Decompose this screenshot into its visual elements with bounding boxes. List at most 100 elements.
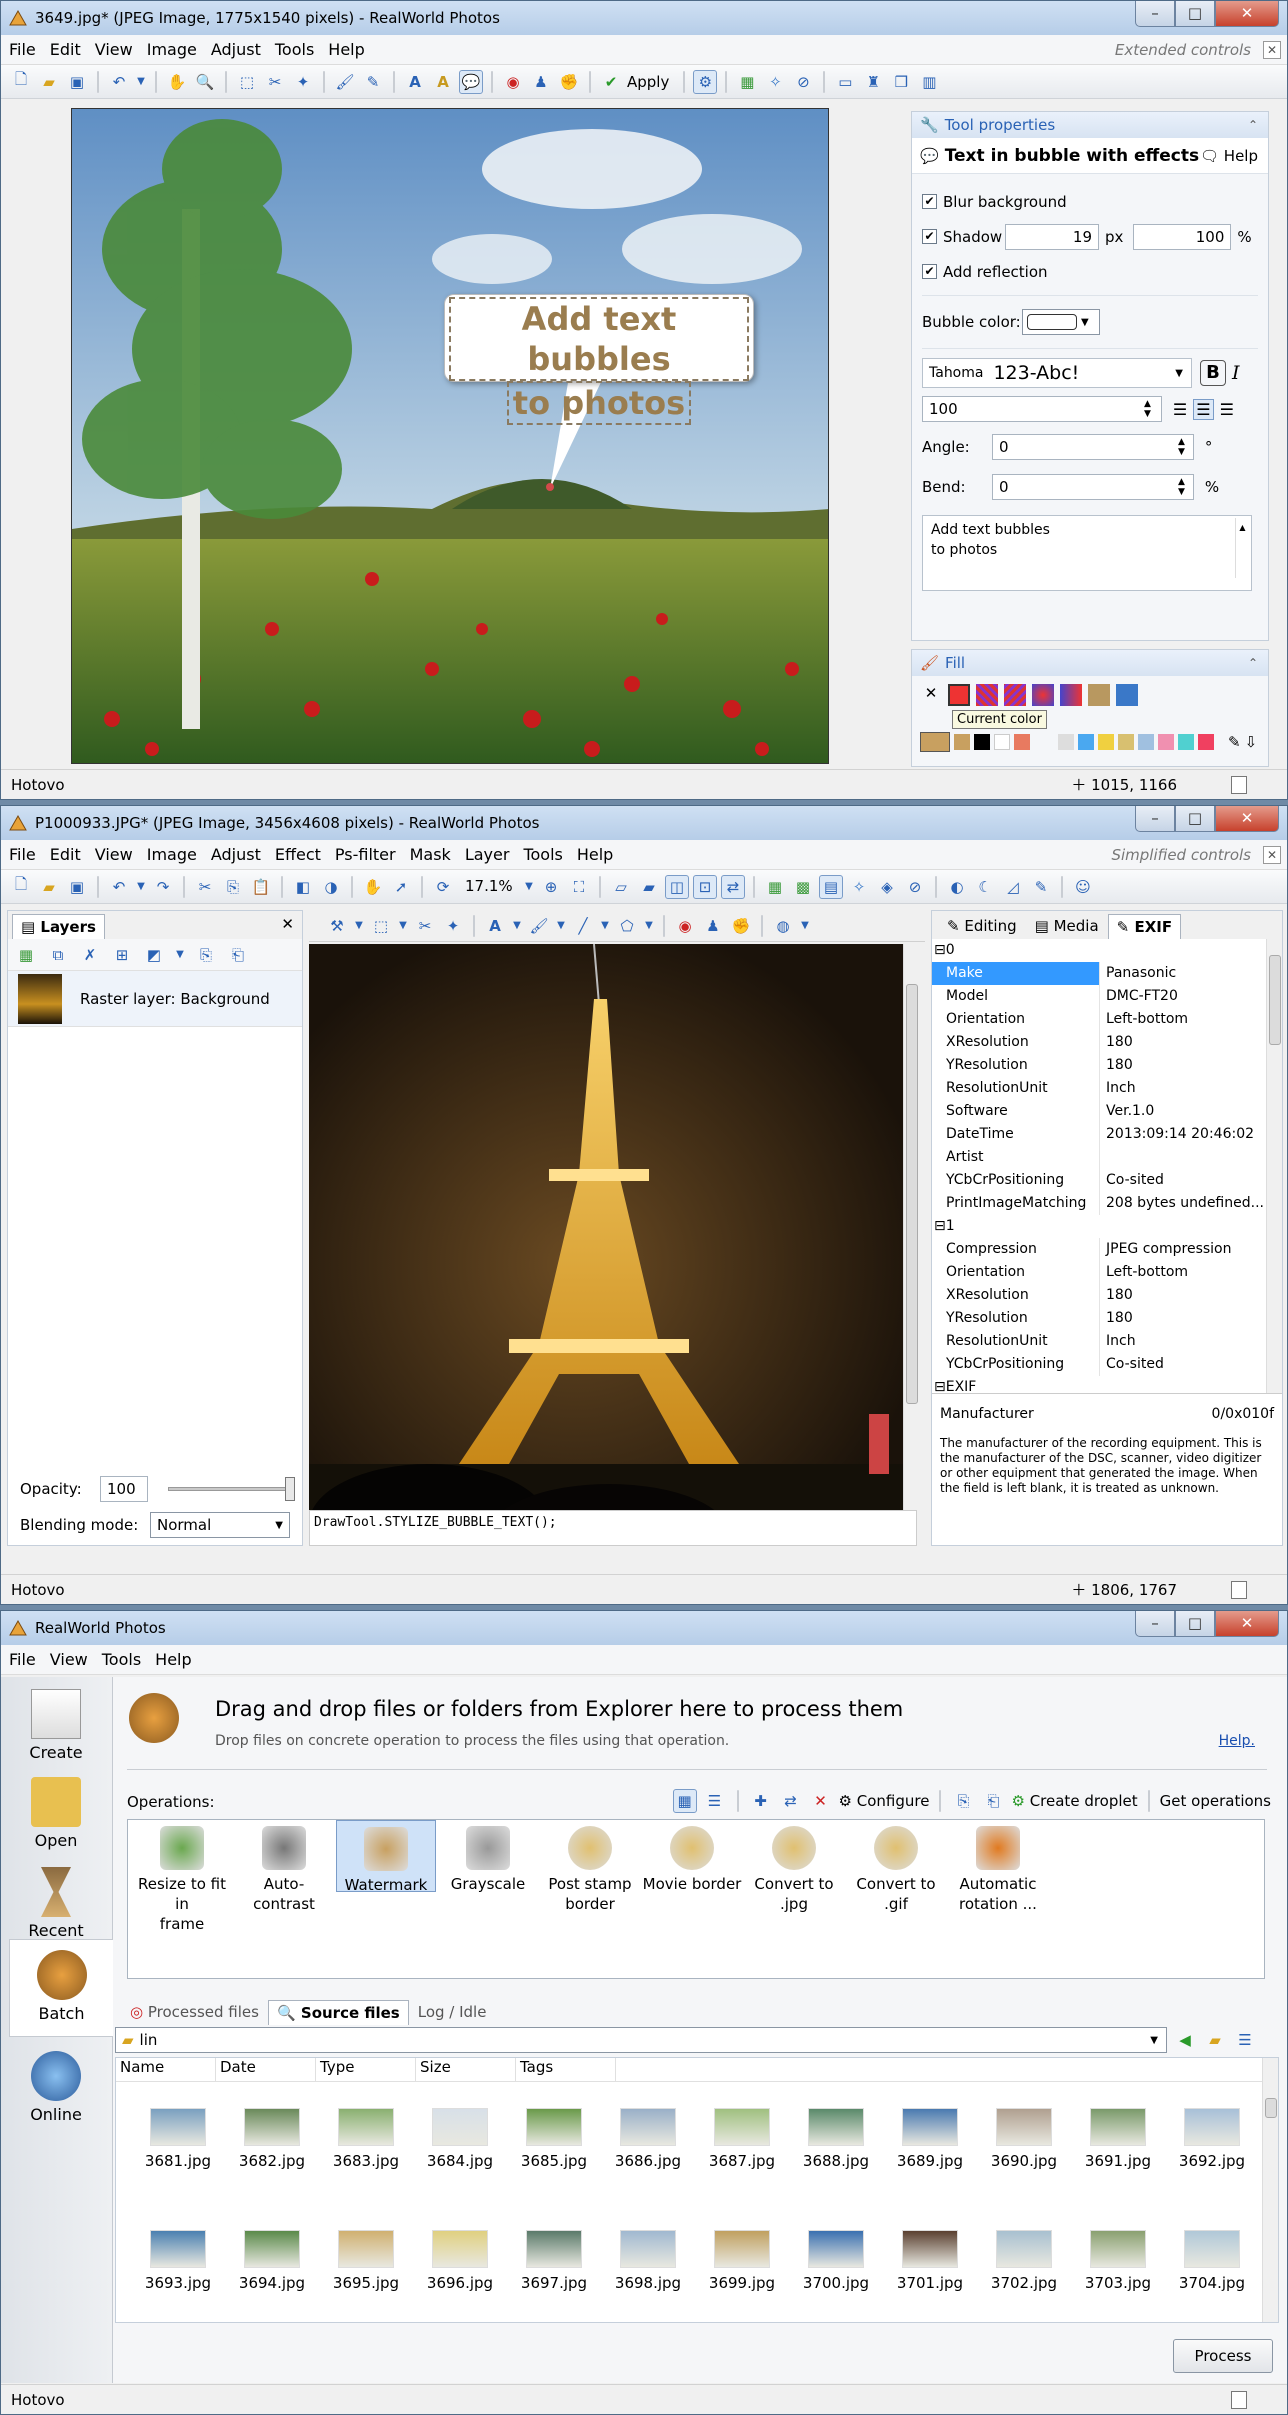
clone-icon[interactable]: ✎	[361, 70, 385, 94]
exif-row[interactable]: Orientation Left-bottom	[932, 1008, 1282, 1031]
fill-pattern-3[interactable]	[1032, 684, 1054, 706]
dodge-icon[interactable]: ✊	[557, 70, 581, 94]
tab-source-files[interactable]: 🔍 Source files	[267, 2000, 409, 2025]
stamp-icon[interactable]: ♜	[861, 70, 885, 94]
operation-item[interactable]: Watermark	[336, 1820, 436, 1894]
text-dropdown-icon[interactable]: ▼	[511, 914, 523, 938]
menu-effect[interactable]: Effect	[275, 845, 321, 864]
sidebar-item-batch[interactable]: Batch	[9, 1939, 113, 2037]
undo-icon[interactable]: ↶	[107, 875, 131, 899]
level-icon[interactable]: ◿	[1001, 875, 1025, 899]
tab-exif[interactable]: ✎ EXIF	[1107, 914, 1182, 939]
paste-icon[interactable]: 📋	[249, 875, 273, 899]
delete-operation-icon[interactable]: ✕	[809, 1789, 833, 1813]
menu-image[interactable]: Image	[147, 40, 197, 59]
file-item[interactable]: 3699.jpg	[702, 2230, 782, 2292]
exif-row[interactable]: ResolutionUnit Inch	[932, 1330, 1282, 1353]
sidebar-item-create[interactable]: Create	[1, 1689, 111, 1762]
duplicate-layer-icon[interactable]: ⧉	[46, 943, 70, 967]
file-item[interactable]: 3695.jpg	[326, 2230, 406, 2292]
get-operations-button[interactable]: Get operations	[1160, 1792, 1271, 1810]
exif-row[interactable]: Software Ver.1.0	[932, 1100, 1282, 1123]
shadow-px-input[interactable]: 19	[1005, 223, 1099, 250]
layer-icon[interactable]: ▦	[763, 875, 787, 899]
menu-adjust[interactable]: Adjust	[211, 40, 261, 59]
file-item[interactable]: 3684.jpg	[420, 2108, 500, 2170]
open-icon[interactable]: ▰	[37, 70, 61, 94]
exif-row[interactable]: PrintImageMatching 208 bytes undefined...	[932, 1192, 1282, 1215]
exif-row[interactable]: YCbCrPositioning Co-sited	[932, 1169, 1282, 1192]
exif-row[interactable]: XResolution 180	[932, 1284, 1282, 1307]
file-item[interactable]: 3697.jpg	[514, 2230, 594, 2292]
font-size-spinner[interactable]: ▲ ▼	[1144, 399, 1151, 419]
operation-item[interactable]: Movie border	[642, 1820, 742, 1894]
wand-icon[interactable]: ⚒	[325, 914, 349, 938]
close-button[interactable]: ✕	[1215, 806, 1279, 832]
undo-dropdown-icon[interactable]: ▼	[135, 70, 147, 94]
effect2-icon[interactable]: ◈	[875, 875, 899, 899]
tab-media[interactable]: ▤ Media	[1026, 913, 1108, 939]
maximize-button[interactable]: □	[1175, 1611, 1215, 1637]
layer-props-icon[interactable]: ⊞	[110, 943, 134, 967]
copy-layer-icon[interactable]: ⎘	[194, 943, 218, 967]
redo-icon[interactable]: ↷	[151, 875, 175, 899]
opacity-input[interactable]: 100	[100, 1476, 148, 1502]
menu-view[interactable]: View	[50, 1650, 88, 1669]
apply-button[interactable]: Apply	[627, 73, 669, 91]
minimize-button[interactable]: –	[1135, 1611, 1175, 1637]
tab-editing[interactable]: ✎ Editing	[938, 913, 1026, 939]
sidebar-item-recent[interactable]: Recent	[1, 1867, 111, 1940]
file-item[interactable]: 3692.jpg	[1172, 2108, 1252, 2170]
swatch[interactable]	[1198, 734, 1214, 750]
zoom-select[interactable]: 17.1%	[459, 875, 519, 899]
swatch[interactable]	[1058, 734, 1074, 750]
line-dropdown-icon[interactable]: ▼	[599, 914, 611, 938]
menu-file[interactable]: File	[9, 845, 36, 864]
layers-close-icon[interactable]: ✕	[281, 915, 294, 933]
watermark-icon[interactable]: ⊘	[903, 875, 927, 899]
large-icons-view-icon[interactable]: ▦	[672, 1789, 697, 1813]
column-date[interactable]: Date	[216, 2058, 316, 2081]
configure-button[interactable]: ⚙ Configure	[839, 1792, 930, 1810]
fill-pattern-2[interactable]	[1004, 684, 1026, 706]
file-item[interactable]: 3687.jpg	[702, 2108, 782, 2170]
red-eye-icon[interactable]: ◉	[501, 70, 525, 94]
shadow-pct-input[interactable]: 100	[1133, 223, 1232, 250]
controls-mode-label[interactable]: Simplified controls	[1111, 846, 1251, 864]
exif-row[interactable]: Artist	[932, 1146, 1282, 1169]
menu-tools[interactable]: Tools	[523, 845, 562, 864]
minimize-button[interactable]: –	[1135, 1, 1175, 27]
align-right-icon[interactable]: ☰	[1220, 400, 1234, 419]
view-icon[interactable]: ⊡	[693, 874, 717, 899]
exif-group[interactable]: ⊟ 1	[932, 1215, 1282, 1238]
crop-icon[interactable]: ✂	[413, 914, 437, 938]
document-icon[interactable]	[1231, 1580, 1247, 1599]
file-list-scrollbar[interactable]	[1262, 2058, 1278, 2322]
menu-tools[interactable]: Tools	[275, 40, 314, 59]
file-item[interactable]: 3689.jpg	[890, 2108, 970, 2170]
cut-icon[interactable]: ✂	[193, 875, 217, 899]
select-icon[interactable]: ⬚	[235, 70, 259, 94]
document-icon[interactable]	[1231, 775, 1247, 794]
file-item[interactable]: 3688.jpg	[796, 2108, 876, 2170]
view-options-icon[interactable]: ☰	[1233, 2028, 1257, 2052]
undo-icon[interactable]: ↶	[107, 70, 131, 94]
bubble-color-picker[interactable]: ▼	[1022, 309, 1100, 335]
copy-icon[interactable]: ⎘	[221, 875, 245, 899]
save-icon[interactable]: ▣	[65, 70, 89, 94]
text-effect-icon[interactable]: A	[431, 70, 455, 94]
menu-mask[interactable]: Mask	[410, 845, 451, 864]
layer-style-dropdown-icon[interactable]: ▼	[174, 943, 186, 967]
palette-menu-icon[interactable]: ⇩	[1245, 733, 1258, 751]
scrollbar-thumb[interactable]	[906, 984, 918, 1404]
zoom-in-icon[interactable]: ⊕	[539, 875, 563, 899]
globe-icon[interactable]: ◍	[771, 914, 795, 938]
menu-adjust[interactable]: Adjust	[211, 845, 261, 864]
operation-item[interactable]: Convert to .gif	[846, 1820, 946, 1914]
tab-log[interactable]: Log / Idle	[409, 1999, 496, 2025]
user-icon[interactable]: ☺	[1071, 875, 1095, 899]
fill-solid-red[interactable]	[948, 684, 970, 706]
photo-painting[interactable]: Add text bubbles to photos	[71, 108, 829, 764]
zoom-icon[interactable]: 🔍	[193, 70, 217, 94]
line-icon[interactable]: ╱	[571, 914, 595, 938]
